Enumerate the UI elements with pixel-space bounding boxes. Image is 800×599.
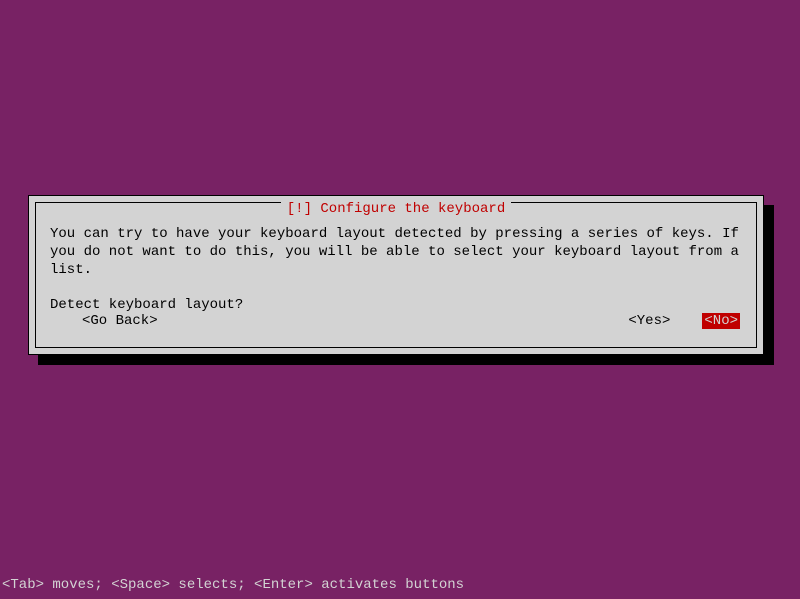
button-row: <Go Back> <Yes> <No> xyxy=(50,313,742,329)
dialog-question: Detect keyboard layout? xyxy=(50,296,742,314)
dialog-border: [!] Configure the keyboard You can try t… xyxy=(35,202,757,348)
keyboard-hint: <Tab> moves; <Space> selects; <Enter> ac… xyxy=(2,577,464,593)
dialog-title: [!] Configure the keyboard xyxy=(281,201,511,217)
title-container: [!] Configure the keyboard xyxy=(36,201,756,217)
configure-keyboard-dialog: [!] Configure the keyboard You can try t… xyxy=(28,195,764,355)
dialog-body-text: You can try to have your keyboard layout… xyxy=(50,225,742,280)
dialog-content: You can try to have your keyboard layout… xyxy=(50,225,742,314)
go-back-button[interactable]: <Go Back> xyxy=(82,313,158,329)
yes-button[interactable]: <Yes> xyxy=(628,313,670,329)
no-button[interactable]: <No> xyxy=(702,313,740,329)
